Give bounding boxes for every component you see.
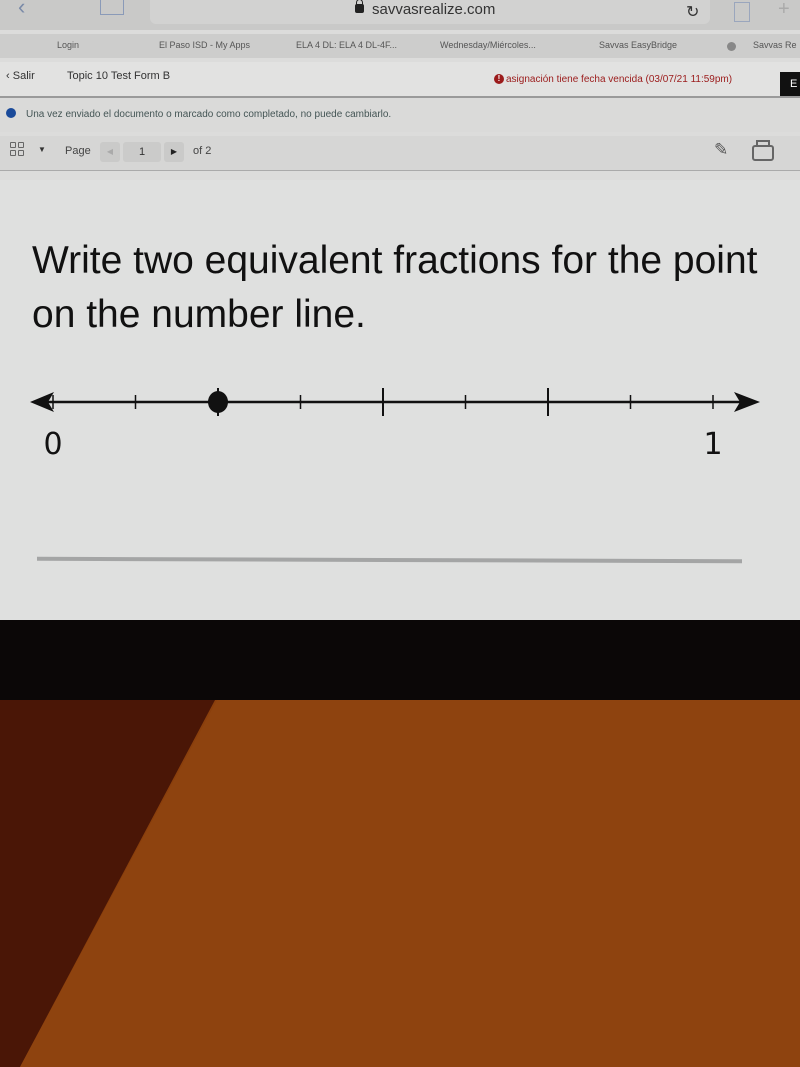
page-toolbar: ▼ Page ◀ 1 ▶ of 2 ✎ bbox=[0, 136, 800, 171]
bookmark-el-paso-isd[interactable]: El Paso ISD - My Apps bbox=[159, 40, 250, 50]
bookmark-login[interactable]: Login bbox=[57, 40, 79, 50]
reload-icon[interactable]: ↻ bbox=[686, 2, 699, 22]
print-icon[interactable] bbox=[752, 140, 774, 161]
page-count: of 2 bbox=[193, 145, 212, 157]
bookmark-ela[interactable]: ELA 4 DL: ELA 4 DL-4F... bbox=[296, 40, 397, 50]
thumbnails-icon[interactable] bbox=[10, 142, 24, 156]
document-page: Write two equivalent fractions for the p… bbox=[0, 180, 800, 620]
info-notice: Una vez enviado el documento o marcado c… bbox=[0, 98, 800, 132]
browser-top-bar: ‹ savvasrealize.com ↻ + bbox=[0, 0, 800, 30]
tablet-screen: ‹ savvasrealize.com ↻ + Login El Paso IS… bbox=[0, 0, 800, 620]
submit-button[interactable]: E bbox=[780, 72, 800, 96]
previous-page-button[interactable]: ◀ bbox=[100, 142, 120, 162]
url-text: savvasrealize.com bbox=[372, 1, 496, 18]
address-bar[interactable]: savvasrealize.com bbox=[150, 0, 710, 24]
browser-back-icon[interactable]: ‹ bbox=[18, 0, 25, 20]
bookmark-wednesday[interactable]: Wednesday/Miércoles... bbox=[440, 40, 536, 50]
notice-text: Una vez enviado el documento o marcado c… bbox=[26, 109, 392, 120]
lock-icon bbox=[355, 0, 364, 13]
page-number-input[interactable]: 1 bbox=[123, 142, 161, 162]
tick-label: 1 bbox=[703, 427, 722, 462]
question-text: Write two equivalent fractions for the p… bbox=[32, 239, 758, 336]
bookmark-savvas[interactable]: Savvas Re bbox=[753, 40, 797, 50]
due-date-text: asignación tiene fecha vencida (03/07/21… bbox=[506, 74, 733, 85]
exit-button[interactable]: ‹ Salir bbox=[6, 70, 35, 82]
bookmarks-bar: Login El Paso ISD - My Apps ELA 4 DL: EL… bbox=[0, 34, 800, 58]
annotate-pencil-icon[interactable]: ✎ bbox=[714, 140, 728, 160]
number-line: 01 bbox=[30, 388, 760, 462]
bookmarks-icon[interactable] bbox=[100, 0, 124, 15]
plotted-point bbox=[208, 391, 228, 413]
page-label: Page bbox=[65, 145, 91, 157]
new-tab-icon[interactable]: + bbox=[778, 0, 790, 21]
tick-label: 0 bbox=[43, 427, 62, 462]
tablet-bezel bbox=[0, 620, 800, 700]
alert-icon: ! bbox=[494, 74, 504, 85]
answer-line[interactable] bbox=[36, 556, 743, 564]
share-icon[interactable] bbox=[734, 2, 750, 22]
exit-label: Salir bbox=[12, 70, 35, 82]
dropdown-caret-icon[interactable]: ▼ bbox=[38, 145, 46, 154]
globe-icon bbox=[727, 42, 736, 51]
next-page-button[interactable]: ▶ bbox=[164, 142, 184, 162]
bookmark-easybridge[interactable]: Savvas EasyBridge bbox=[599, 40, 677, 50]
due-date-warning: ! asignación tiene fecha vencida (03/07/2… bbox=[494, 74, 732, 85]
info-icon bbox=[6, 108, 16, 118]
assignment-title: Topic 10 Test Form B bbox=[67, 70, 171, 82]
assignment-header: ‹ Salir Topic 10 Test Form B ! asignación… bbox=[0, 62, 800, 98]
